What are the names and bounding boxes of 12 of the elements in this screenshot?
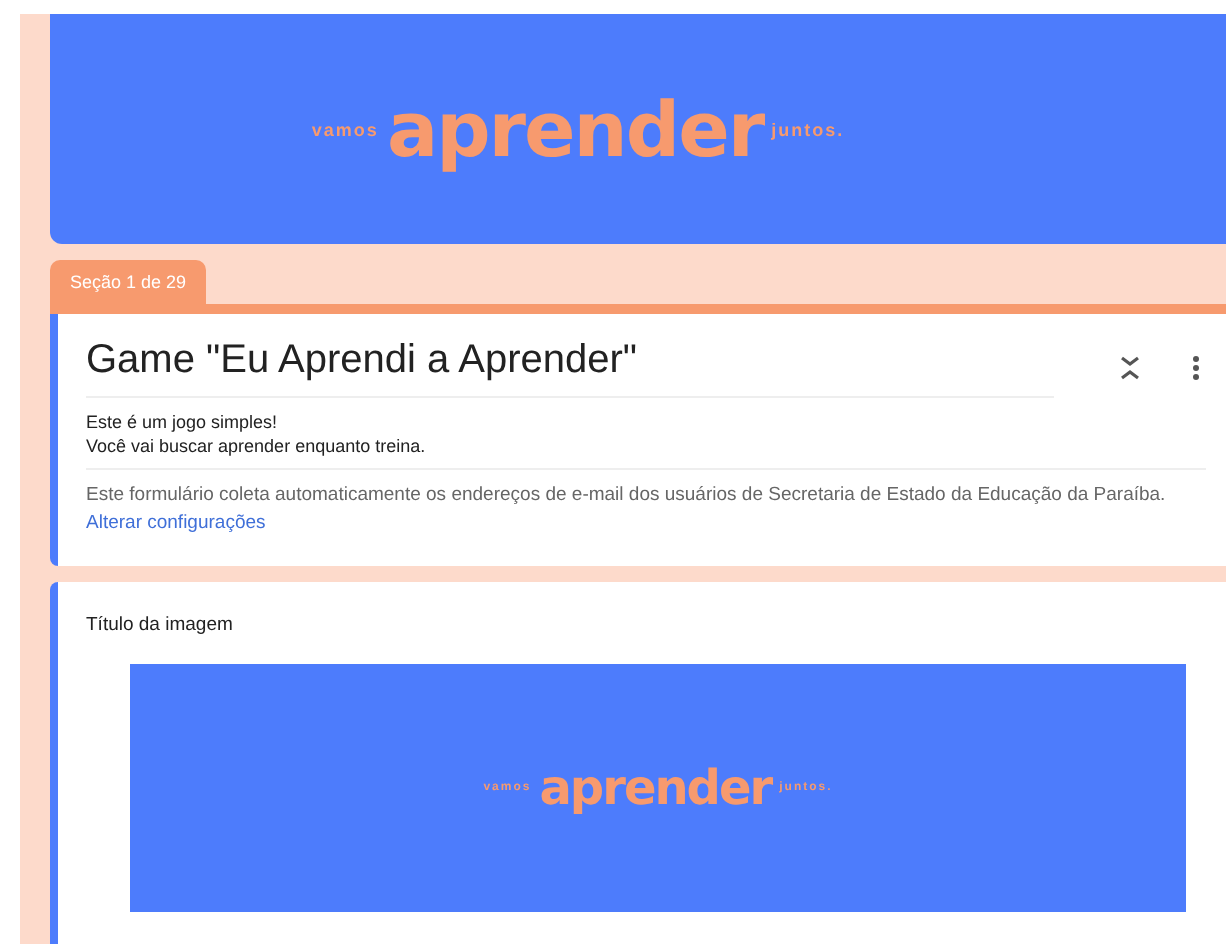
form-title: Game "Eu Aprendi a Aprender" [86, 338, 1054, 398]
email-notice: Este formulário coleta automaticamente os endereços de e-mail dos usuários de Secretaria de Estado da Educação da Paraíba. [86, 484, 1166, 506]
collapse-icon[interactable] [1118, 354, 1142, 382]
more-options-icon[interactable] [1190, 354, 1202, 382]
banner-title: aprender [386, 85, 764, 173]
image-title: Título da imagem [86, 614, 235, 636]
banner-text: juntos. [771, 119, 845, 139]
banner-title: aprender [539, 760, 772, 816]
form-description: Você vai buscar aprender enquanto treina. [86, 434, 428, 458]
form-description: Este é um jogo simples! [86, 410, 280, 434]
settings-link[interactable]: Alterar configurações [86, 512, 266, 534]
banner-text: vamos [311, 119, 379, 139]
